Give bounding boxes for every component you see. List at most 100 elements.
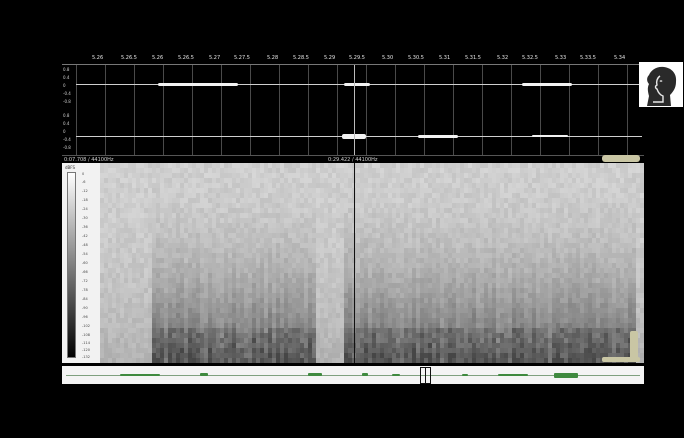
waveform-grid-line: [76, 65, 77, 155]
amplitude-label: 0.4: [63, 75, 70, 80]
ruler-tick: 5.28: [267, 55, 279, 61]
face-profile-thumbnail-icon: [639, 62, 683, 107]
amplitude-label: -0.8: [63, 99, 71, 104]
overview-segment: [120, 374, 160, 376]
amplitude-label: 0: [63, 83, 66, 88]
scale-label: -108: [82, 333, 90, 337]
overview-segment: [362, 373, 368, 376]
waveform-grid-line: [163, 65, 164, 155]
overview-segment: [200, 373, 208, 376]
ruler-tick: 5.32: [497, 55, 509, 61]
waveform-grid-line: [627, 65, 628, 155]
waveform-grid-line: [598, 65, 599, 155]
ruler-tick: 5.28.5: [293, 55, 309, 61]
time-ruler[interactable]: 5.26 5.26.5 5.26 5.26.5 5.27 5.27.5 5.28…: [62, 54, 644, 65]
amplitude-label: 0.8: [63, 113, 70, 118]
ruler-tick: 5.31.5: [465, 55, 481, 61]
overview-segment: [498, 374, 528, 376]
waveform-grid-line: [453, 65, 454, 155]
db-scale-panel: dBFS 0 -6 -12 -18 -24 -30 -36 -42 -48 -5…: [62, 163, 100, 363]
spectrogram-scroll-knob[interactable]: [602, 357, 640, 362]
scale-label: -48: [82, 243, 88, 247]
amplitude-label: -0.8: [63, 145, 71, 150]
scale-label: -6: [82, 180, 86, 184]
overview-segment: [554, 373, 578, 378]
ruler-tick: 5.30.5: [408, 55, 424, 61]
scale-label: -60: [82, 261, 88, 265]
waveform-grid-line: [366, 65, 367, 155]
waveform-grid-line: [308, 65, 309, 155]
amplitude-label: 0.8: [63, 67, 70, 72]
ruler-tick: 5.26: [92, 55, 104, 61]
waveform-peak: [418, 135, 458, 138]
waveform-grid-line: [395, 65, 396, 155]
overview-segment: [308, 373, 322, 376]
scale-label: -78: [82, 288, 88, 292]
scale-label: -30: [82, 216, 88, 220]
scale-label: -24: [82, 207, 88, 211]
scale-label: -96: [82, 315, 88, 319]
scale-label: -18: [82, 198, 88, 202]
ruler-tick: 5.27.5: [234, 55, 250, 61]
ruler-tick: 5.26.5: [178, 55, 194, 61]
waveform-grid-line: [192, 65, 193, 155]
waveform-grid-line: [424, 65, 425, 155]
waveform-scroll-knob[interactable]: [602, 155, 640, 162]
waveform-peak: [532, 135, 568, 137]
ruler-tick: 5.30: [382, 55, 394, 61]
ruler-tick: 5.27: [209, 55, 221, 61]
amplitude-label: -0.4: [63, 137, 71, 142]
scale-label: -90: [82, 306, 88, 310]
waveform-grid-line: [337, 65, 338, 155]
waveform-grid-line: [221, 65, 222, 155]
scale-label: -102: [82, 324, 90, 328]
scale-label: -114: [82, 341, 90, 345]
ruler-tick: 5.26.5: [121, 55, 137, 61]
scale-label: 0: [82, 172, 85, 176]
db-color-bar: [67, 172, 76, 358]
spectrogram-playhead[interactable]: [354, 163, 355, 363]
scale-label: -132: [82, 355, 90, 359]
ruler-tick: 5.29: [324, 55, 336, 61]
scale-label: -66: [82, 270, 88, 274]
waveform-grid-line: [569, 65, 570, 155]
ruler-tick: 5.33: [555, 55, 567, 61]
scale-label: -12: [82, 189, 88, 193]
scale-label: -54: [82, 252, 88, 256]
overview-segment: [462, 374, 468, 376]
ruler-tick: 5.34: [614, 55, 626, 61]
waveform-peak: [522, 83, 572, 86]
overview-viewport-handle[interactable]: [420, 367, 431, 384]
ruler-tick: 5.33.5: [580, 55, 596, 61]
ruler-tick: 5.31: [439, 55, 451, 61]
waveform-grid-line: [134, 65, 135, 155]
spectrogram-image: [100, 163, 644, 363]
waveform-grid-line: [511, 65, 512, 155]
overview-segment: [392, 374, 400, 376]
waveform-grid-line: [540, 65, 541, 155]
amplitude-label: -0.4: [63, 91, 71, 96]
amplitude-label: 0: [63, 129, 66, 134]
spectrogram-view[interactable]: dBFS 0 -6 -12 -18 -24 -30 -36 -42 -48 -5…: [62, 163, 644, 363]
playhead-cursor[interactable]: [354, 65, 355, 155]
amplitude-label: 0.4: [63, 121, 70, 126]
spectrogram-vertical-zoom-handle[interactable]: [630, 331, 638, 359]
waveform-grid-line: [250, 65, 251, 155]
waveform-grid-line: [482, 65, 483, 155]
scale-label: -42: [82, 234, 88, 238]
scale-label: -120: [82, 348, 90, 352]
waveform-grid-line: [105, 65, 106, 155]
scale-label: -84: [82, 297, 88, 301]
ruler-tick: 5.32.5: [522, 55, 538, 61]
ruler-tick: 5.26: [152, 55, 164, 61]
waveform-peak: [344, 83, 370, 86]
waveform-grid-line: [279, 65, 280, 155]
waveform-peak: [158, 83, 238, 86]
audio-editor: 5.26 5.26.5 5.26 5.26.5 5.27 5.27.5 5.28…: [62, 54, 644, 384]
scale-label: -72: [82, 279, 88, 283]
ruler-tick: 5.29.5: [349, 55, 365, 61]
waveform-view[interactable]: 0.8 0.4 0 -0.4 -0.8 0.8 0.4 0 -0.4 -0.8: [62, 65, 644, 155]
scale-title: dBFS: [65, 165, 76, 170]
overview-navigator[interactable]: [62, 366, 644, 384]
scale-label: -36: [82, 225, 88, 229]
